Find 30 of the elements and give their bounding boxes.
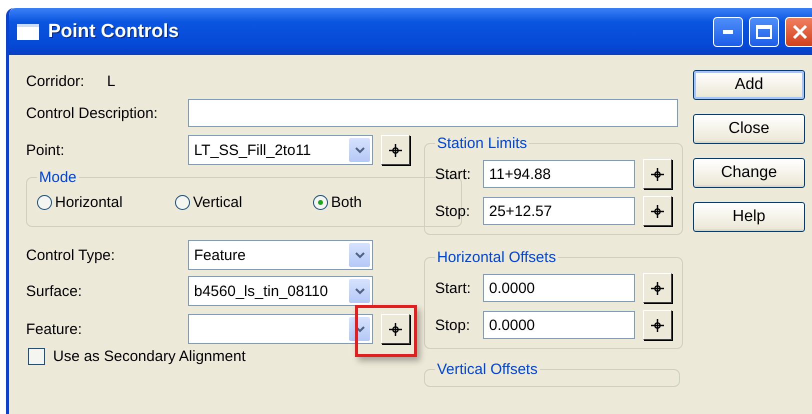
field-label: Stop: (435, 316, 472, 334)
dialog-button[interactable]: Change (693, 158, 805, 188)
field-label: Start: (435, 166, 472, 182)
field-label: Feature: (26, 320, 83, 338)
group-title: Mode (38, 169, 78, 186)
field-label: Surface: (26, 282, 83, 300)
radio-option[interactable]: Vertical (175, 194, 313, 210)
field-label: Stop: (435, 202, 472, 220)
checkbox[interactable]: Use as Secondary Alignment (28, 348, 411, 365)
input-field[interactable]: 11+94.88 (483, 160, 635, 188)
dialog-button[interactable]: Close (693, 114, 805, 144)
field-label: Start: (435, 280, 472, 296)
radio-option[interactable]: Horizontal (37, 194, 175, 210)
field-label: Point: (26, 142, 66, 158)
dropdown[interactable]: b4560_ls_tin_08110 (188, 276, 373, 306)
dropdown[interactable]: Feature (188, 240, 373, 270)
dialog-button[interactable]: Add (693, 70, 805, 100)
window-title: Point Controls (48, 20, 180, 42)
dialog-button[interactable]: Help (693, 202, 805, 232)
dropdown[interactable]: LT_SS_Fill_2to11 (188, 135, 373, 165)
input-field[interactable]: 0.0000 (483, 274, 635, 302)
input-field[interactable]: 0.0000 (483, 311, 635, 339)
group-title: Vertical Offsets (436, 361, 539, 378)
group-title: Station Limits (436, 135, 528, 152)
field-label: Corridor: (26, 72, 86, 90)
field-label: Control Type: (26, 246, 116, 264)
group-title: Horizontal Offsets (436, 249, 557, 266)
field-label: Control Description: (26, 104, 159, 122)
input-field[interactable]: 25+12.57 (483, 197, 635, 225)
corridor-value: L (107, 72, 116, 90)
